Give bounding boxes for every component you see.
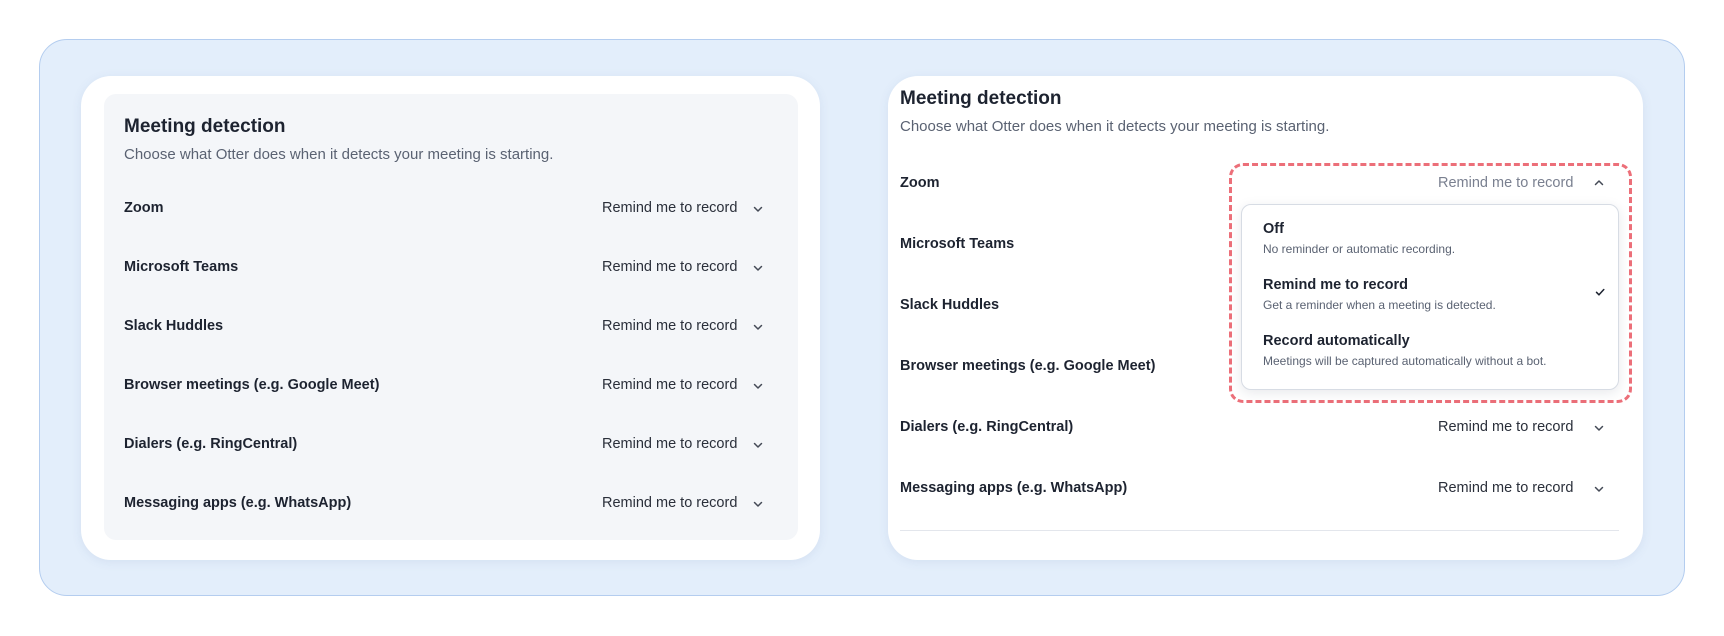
option-description: No reminder or automatic recording.: [1263, 242, 1456, 256]
recording-options-menu: Off No reminder or automatic recording. …: [1241, 204, 1619, 390]
section-subtitle: Choose what Otter does when it detects y…: [900, 118, 1330, 135]
row-label-messaging-apps: Messaging apps (e.g. WhatsApp): [124, 495, 352, 511]
option-description: Get a reminder when a meeting is detecte…: [1263, 298, 1496, 312]
option-description: Meetings will be captured automatically …: [1263, 354, 1547, 368]
chevron-down-icon[interactable]: [752, 262, 764, 274]
chevron-down-icon[interactable]: [752, 498, 764, 510]
section-title: Meeting detection: [900, 88, 1062, 109]
row-label-messaging-apps: Messaging apps (e.g. WhatsApp): [900, 480, 1128, 496]
chevron-down-icon[interactable]: [752, 439, 764, 451]
option-off[interactable]: Off No reminder or automatic recording.: [1242, 219, 1618, 271]
row-label-slack-huddles: Slack Huddles: [124, 318, 224, 334]
chevron-down-icon[interactable]: [752, 321, 764, 333]
divider: [900, 530, 1619, 531]
row-label-microsoft-teams: Microsoft Teams: [900, 236, 1015, 252]
messaging-apps-select[interactable]: Remind me to record: [1438, 480, 1573, 496]
dialers-select[interactable]: Remind me to record: [1438, 419, 1573, 435]
checkmark-icon: [1594, 285, 1606, 297]
dialers-select[interactable]: Remind me to record: [602, 436, 737, 452]
section-title: Meeting detection: [124, 116, 286, 137]
section-subtitle: Choose what Otter does when it detects y…: [124, 146, 554, 163]
zoom-select[interactable]: Remind me to record: [602, 200, 737, 216]
browser-meetings-select[interactable]: Remind me to record: [602, 377, 737, 393]
row-label-zoom: Zoom: [900, 175, 940, 191]
chevron-down-icon[interactable]: [1593, 422, 1605, 434]
option-title: Record automatically: [1263, 333, 1410, 349]
microsoft-teams-select[interactable]: Remind me to record: [602, 259, 737, 275]
chevron-down-icon[interactable]: [1593, 483, 1605, 495]
option-title: Off: [1263, 221, 1284, 237]
slack-huddles-select[interactable]: Remind me to record: [602, 318, 737, 334]
row-label-browser-meetings: Browser meetings (e.g. Google Meet): [124, 377, 380, 393]
messaging-apps-select[interactable]: Remind me to record: [602, 495, 737, 511]
row-label-dialers: Dialers (e.g. RingCentral): [124, 436, 298, 452]
row-label-microsoft-teams: Microsoft Teams: [124, 259, 239, 275]
row-label-browser-meetings: Browser meetings (e.g. Google Meet): [900, 358, 1156, 374]
chevron-down-icon[interactable]: [752, 203, 764, 215]
chevron-down-icon[interactable]: [752, 380, 764, 392]
row-label-zoom: Zoom: [124, 200, 164, 216]
option-remind-me-to-record[interactable]: Remind me to record Get a reminder when …: [1242, 275, 1618, 327]
row-label-slack-huddles: Slack Huddles: [900, 297, 1000, 313]
row-label-dialers: Dialers (e.g. RingCentral): [900, 419, 1074, 435]
option-record-automatically[interactable]: Record automatically Meetings will be ca…: [1242, 331, 1618, 383]
option-title: Remind me to record: [1263, 277, 1409, 293]
